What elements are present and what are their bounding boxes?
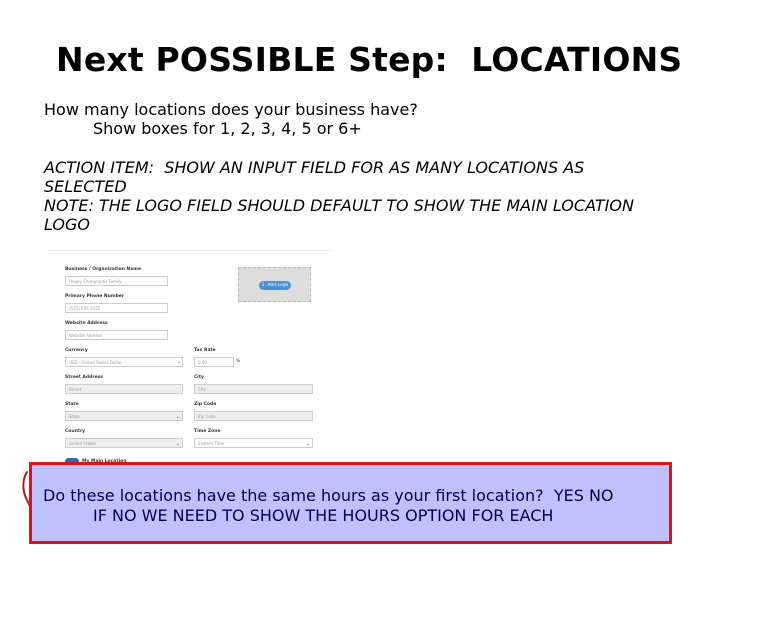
state-select[interactable]: State ⌄ bbox=[65, 411, 183, 421]
hours-question: Do these locations have the same hours a… bbox=[43, 486, 614, 505]
business-name-input[interactable]: Happy Chiropractic Family bbox=[65, 276, 168, 286]
hours-followup: IF NO WE NEED TO SHOW THE HOURS OPTION F… bbox=[93, 506, 554, 525]
timezone-label: Time Zone bbox=[194, 429, 221, 434]
zip-label: Zip Code bbox=[194, 402, 217, 407]
state-label: State bbox=[65, 402, 79, 407]
timezone-value: Eastern Time bbox=[198, 441, 225, 446]
tax-rate-label: Tax Rate bbox=[194, 348, 216, 353]
phone-label: Primary Phone Number bbox=[65, 294, 125, 299]
action-item-line-2: SELECTED bbox=[44, 177, 127, 196]
country-label: Country bbox=[65, 429, 86, 434]
street-label: Street Address bbox=[65, 375, 103, 380]
chevron-down-icon: ⌄ bbox=[175, 441, 180, 447]
action-item-line-1: ACTION ITEM: SHOW AN INPUT FIELD FOR AS … bbox=[44, 158, 585, 177]
phone-input[interactable]: (555) 555-5555 bbox=[65, 303, 168, 313]
logo-dropzone[interactable]: 1. Add Logo bbox=[238, 267, 311, 302]
currency-select[interactable]: USD - United States Dollar › bbox=[65, 357, 183, 367]
tax-rate-unit: % bbox=[236, 359, 241, 364]
note-line-2: LOGO bbox=[44, 215, 91, 234]
website-input[interactable]: Website Address bbox=[65, 330, 168, 340]
page-title: Next POSSIBLE Step: LOCATIONS bbox=[56, 40, 683, 79]
tax-rate-input[interactable]: 0.00 bbox=[194, 357, 234, 367]
state-value: State bbox=[69, 414, 80, 419]
chevron-right-icon: › bbox=[178, 360, 180, 366]
zip-input[interactable]: Zip Code bbox=[194, 411, 313, 421]
chevron-down-icon: ⌄ bbox=[175, 414, 180, 420]
locations-question: How many locations does your business ha… bbox=[44, 100, 418, 119]
add-logo-button[interactable]: 1. Add Logo bbox=[259, 281, 291, 290]
city-input[interactable]: City bbox=[194, 384, 313, 394]
chevron-down-icon: ⌄ bbox=[305, 441, 310, 447]
show-boxes-text: Show boxes for 1, 2, 3, 4, 5 or 6+ bbox=[93, 119, 362, 138]
website-label: Website Address bbox=[65, 321, 108, 326]
note-line-1: NOTE: THE LOGO FIELD SHOULD DEFAULT TO S… bbox=[44, 196, 634, 215]
hours-note-box: Do these locations have the same hours a… bbox=[29, 462, 672, 544]
street-input[interactable]: Street bbox=[65, 384, 183, 394]
country-value: United States bbox=[69, 441, 97, 446]
currency-value: USD - United States Dollar bbox=[69, 360, 122, 365]
business-name-label: Business / Organization Name bbox=[65, 267, 142, 272]
location-form-preview: Business / Organization Name Happy Chiro… bbox=[48, 250, 334, 467]
currency-label: Currency bbox=[65, 348, 88, 353]
country-select[interactable]: United States ⌄ bbox=[65, 438, 183, 448]
timezone-select[interactable]: Eastern Time ⌄ bbox=[194, 438, 313, 448]
city-label: City bbox=[194, 375, 204, 380]
